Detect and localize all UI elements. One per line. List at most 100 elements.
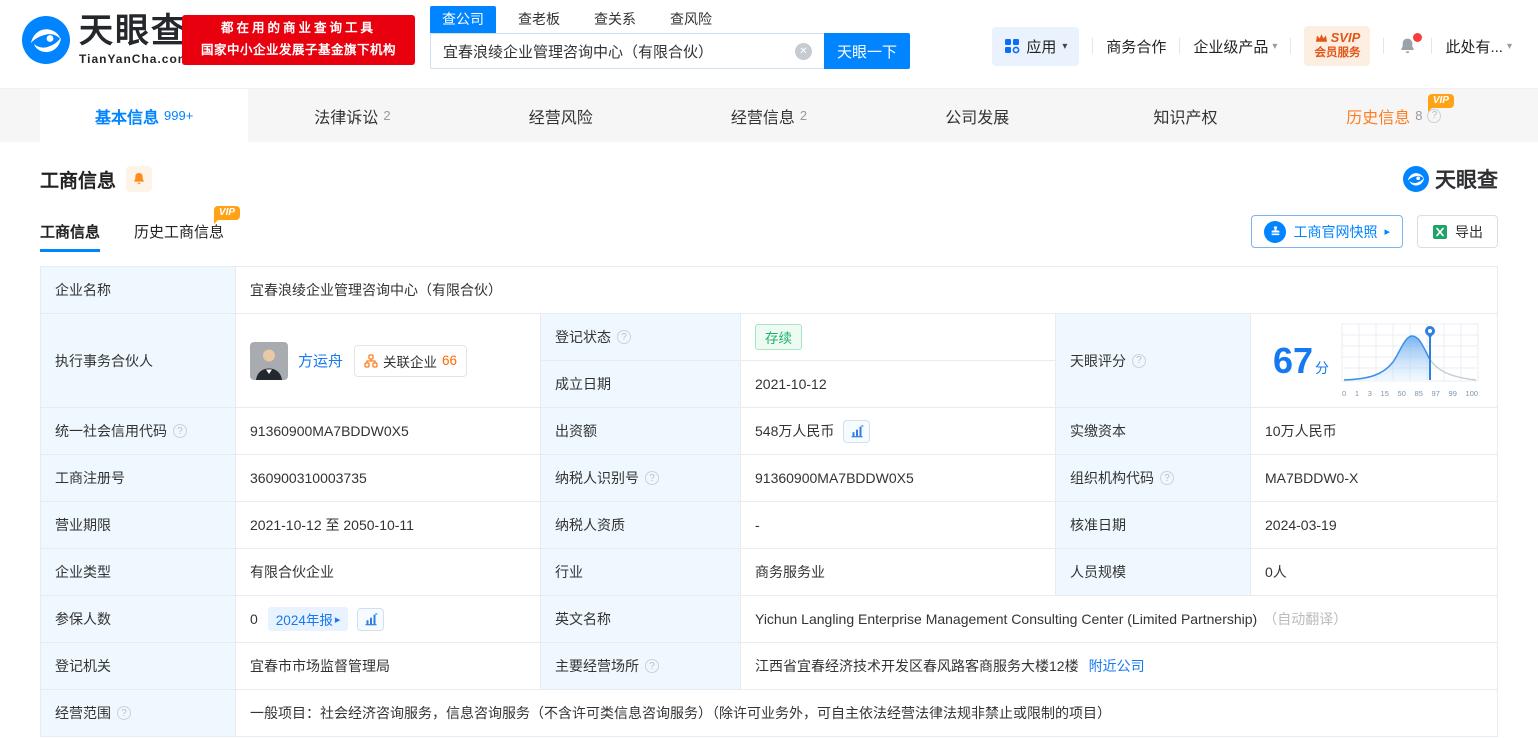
search-tab-risk[interactable]: 查风险 [658, 6, 724, 33]
help-icon[interactable] [617, 330, 631, 344]
business-scope-value: 一般项目：社会经济咨询服务，信息咨询服务（不含许可类信息咨询服务）（除许可业务外… [236, 690, 1498, 737]
tab-label: 知识产权 [1154, 104, 1218, 128]
search-input[interactable] [430, 33, 824, 69]
export-label: 导出 [1455, 222, 1483, 242]
divider [1290, 38, 1291, 54]
brand-domain: TianYanCha.com [79, 52, 189, 66]
approval-date-value: 2024-03-19 [1251, 502, 1498, 549]
tab-basic-info[interactable]: 基本信息 999+ [40, 89, 248, 142]
taxpayer-id-value: 91360900MA7BDDW0X5 [741, 455, 1056, 502]
chevron-down-icon [1507, 41, 1512, 52]
score-distribution-chart: 0131550859799100 [1341, 323, 1479, 398]
help-icon[interactable] [645, 659, 659, 673]
partner-name-link[interactable]: 方运舟 [298, 350, 343, 371]
tab-history-info[interactable]: VIP 历史信息 8 [1290, 89, 1498, 142]
tab-label: 经营风险 [529, 104, 593, 128]
tab-intellectual-property[interactable]: 知识产权 [1081, 89, 1289, 142]
auto-translate-note: （自动翻译） [1263, 609, 1347, 629]
subtab-history-business-info[interactable]: VIP 历史工商信息 [134, 221, 224, 252]
business-info-section: 工商信息 天眼查 工商信息 VIP 历史工商信息 [0, 142, 1538, 737]
company-type-label: 企业类型 [41, 549, 236, 596]
tianyancha-logo[interactable]: 天眼查 TianYanCha.com [22, 14, 189, 66]
subtab-business-info[interactable]: 工商信息 [40, 221, 100, 252]
slogan-line1: 都在用的商业查询工具 [221, 18, 376, 40]
annual-report-badge[interactable]: 2024年报 [268, 607, 349, 631]
tab-count: 999+ [164, 108, 193, 123]
site-header: 天眼查 TianYanCha.com 都在用的商业查询工具 国家中小企业发展子基… [0, 0, 1538, 88]
help-icon[interactable] [117, 706, 131, 720]
reg-number-label: 工商注册号 [41, 455, 236, 502]
search-tab-company[interactable]: 查公司 [430, 6, 496, 33]
english-name-label: 英文名称 [541, 596, 741, 643]
registration-status-value: 存续 [741, 314, 1056, 361]
status-badge: 存续 [755, 324, 802, 350]
subscribe-bell-button[interactable] [126, 166, 152, 192]
bell-icon [131, 171, 147, 187]
insured-count-value: 0 2024年报 [236, 596, 541, 643]
tab-company-development[interactable]: 公司发展 [873, 89, 1081, 142]
help-icon[interactable] [1160, 471, 1174, 485]
credit-code-label: 统一社会信用代码 [41, 408, 236, 455]
tab-legal-proceedings[interactable]: 法律诉讼 2 [248, 89, 456, 142]
tab-label: 公司发展 [945, 104, 1009, 128]
tab-count: 8 [1415, 108, 1422, 123]
help-icon[interactable] [645, 471, 659, 485]
chevron-down-icon [1272, 41, 1277, 52]
business-term-label: 营业期限 [41, 502, 236, 549]
partner-avatar[interactable] [250, 342, 288, 380]
account-menu[interactable]: 此处有... [1445, 36, 1512, 57]
business-info-subtabs: 工商信息 VIP 历史工商信息 [40, 221, 224, 252]
business-term-value: 2021-10-12 至 2050-10-11 [236, 502, 541, 549]
clear-icon[interactable] [795, 43, 812, 60]
tab-operating-info[interactable]: 经营信息 2 [665, 89, 873, 142]
search-box: 天眼一下 [430, 33, 910, 69]
reg-number-value: 360900310003735 [236, 455, 541, 502]
tab-operating-risk[interactable]: 经营风险 [457, 89, 665, 142]
divider [1383, 38, 1384, 54]
notifications-bell[interactable] [1397, 36, 1418, 57]
search-tabs: 查公司 查老板 查关系 查风险 [430, 6, 910, 33]
export-button[interactable]: 导出 [1417, 215, 1498, 248]
establish-date-value: 2021-10-12 [741, 361, 1056, 408]
nav-enterprise-products[interactable]: 企业级产品 [1193, 36, 1277, 57]
paid-capital-label: 实缴资本 [1056, 408, 1251, 455]
search-tab-relation[interactable]: 查关系 [582, 6, 648, 33]
taxpayer-quality-label: 纳税人资质 [541, 502, 741, 549]
official-snapshot-button[interactable]: 工商官网快照 [1251, 215, 1403, 248]
apps-menu[interactable]: 应用 [992, 27, 1079, 66]
svip-member-badge[interactable]: SVIP 会员服务 [1304, 26, 1370, 67]
divider [1179, 38, 1180, 54]
annual-report-label: 2024年报 [276, 609, 333, 629]
tab-count: 2 [800, 108, 807, 123]
vip-badge: VIP [1428, 94, 1454, 108]
company-name-label: 企业名称 [41, 267, 236, 314]
taxpayer-id-label: 纳税人识别号 [541, 455, 741, 502]
notification-dot [1413, 33, 1422, 42]
snapshot-label: 工商官网快照 [1293, 222, 1377, 242]
staff-size-label: 人员规模 [1056, 549, 1251, 596]
business-site-value: 江西省宜春经济技术开发区春风路客商服务大楼12楼 附近公司 [741, 643, 1498, 690]
reg-authority-value: 宜春市市场监督管理局 [236, 643, 541, 690]
nearby-companies-link[interactable]: 附近公司 [1089, 656, 1145, 676]
business-info-table: 企业名称 宜春浪绫企业管理咨询中心（有限合伙） 执行事务合伙人 方运舟 [40, 266, 1498, 737]
trend-chart-icon [850, 424, 864, 438]
org-code-value: MA7BDDW0-X [1251, 455, 1498, 502]
business-scope-label: 经营范围 [41, 690, 236, 737]
watermark-text: 天眼查 [1435, 164, 1498, 194]
divider [1431, 38, 1432, 54]
score-number: 67 [1273, 340, 1313, 381]
help-icon[interactable] [1132, 354, 1146, 368]
search-button[interactable]: 天眼一下 [824, 33, 910, 69]
capital-trend-button[interactable] [843, 420, 870, 443]
score-unit: 分 [1315, 360, 1329, 376]
search-tab-boss[interactable]: 查老板 [506, 6, 572, 33]
brand-name: 天眼查 [79, 14, 189, 48]
related-companies-button[interactable]: 关联企业 66 [354, 345, 467, 377]
insured-trend-button[interactable] [357, 608, 384, 631]
nav-business-coop[interactable]: 商务合作 [1106, 36, 1166, 57]
divider [1092, 38, 1093, 54]
establish-date-label: 成立日期 [541, 361, 741, 408]
approval-date-label: 核准日期 [1056, 502, 1251, 549]
tianyancha-logo-icon [22, 16, 70, 64]
help-icon[interactable] [173, 424, 187, 438]
